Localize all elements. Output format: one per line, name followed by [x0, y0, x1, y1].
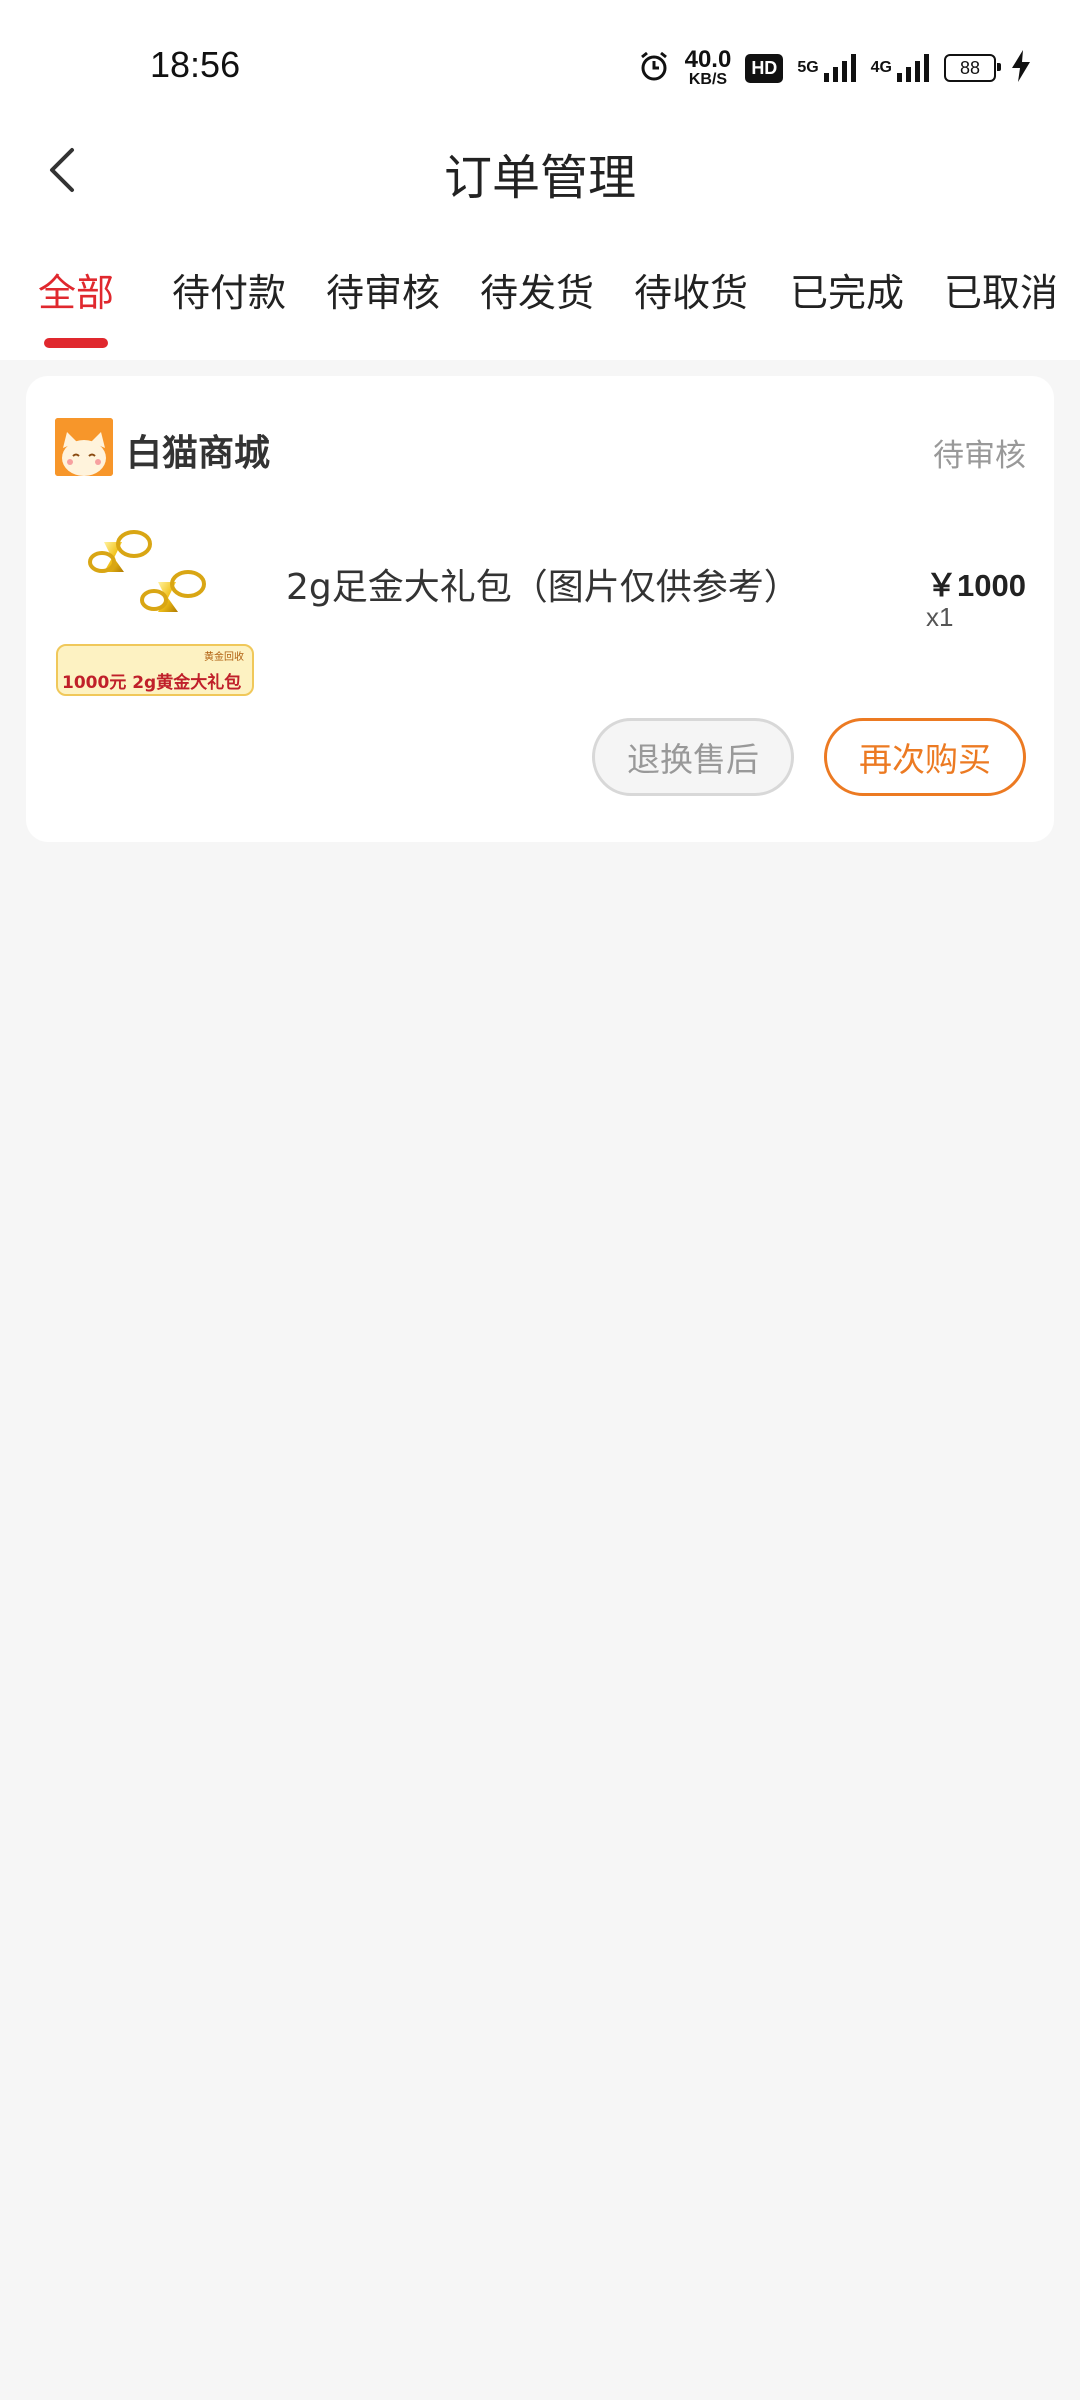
- product-thumbnail[interactable]: 黄金回收 1000元 2g黄金大礼包: [54, 500, 258, 700]
- product-price: ￥1000: [926, 568, 1026, 603]
- signal-5g-icon: 5G: [797, 53, 856, 83]
- page-title: 订单管理: [443, 150, 636, 206]
- after-sale-button[interactable]: 退换售后: [592, 718, 794, 796]
- tab-pending-payment[interactable]: 待付款: [172, 262, 286, 317]
- order-tabs: 全部 待付款 待审核 待发货 待收货 已完成 已取消: [0, 262, 1080, 322]
- tab-all[interactable]: 全部: [38, 262, 114, 317]
- thumbnail-banner: 黄金回收 1000元 2g黄金大礼包: [56, 644, 254, 696]
- order-status: 待审核: [933, 438, 1026, 474]
- top-bar: 18:56 40.0 KB/S HD 5G 4G 88 订单管理 全部 待付款 …: [0, 0, 1080, 360]
- network-speed: 40.0 KB/S: [684, 46, 732, 88]
- store-name[interactable]: 白猫商城: [126, 424, 270, 476]
- rebuy-button[interactable]: 再次购买: [824, 718, 1026, 796]
- active-tab-indicator: [44, 338, 108, 348]
- product-name[interactable]: 2g足金大礼包（图片仅供参考）: [286, 558, 800, 610]
- status-icons: 40.0 KB/S HD 5G 4G 88: [637, 46, 1032, 90]
- order-card[interactable]: 白猫商城 待审核 黄金回收 1000元 2g黄金大礼包 2g足金大礼包（图片仅供…: [26, 376, 1054, 842]
- store-logo: [55, 418, 113, 476]
- tab-pending-shipment[interactable]: 待发货: [480, 262, 594, 317]
- alarm-icon: [637, 49, 671, 87]
- charging-icon: [1010, 49, 1032, 87]
- battery-icon: 88: [944, 54, 1001, 82]
- tab-pending-review[interactable]: 待审核: [326, 262, 440, 317]
- gold-bead-image: [88, 530, 206, 612]
- status-time: 18:56: [150, 44, 241, 85]
- tab-completed[interactable]: 已完成: [790, 262, 904, 317]
- signal-4g-icon: 4G: [871, 53, 930, 83]
- product-quantity: x1: [926, 602, 954, 632]
- hd-icon: HD: [745, 53, 784, 83]
- tab-cancelled[interactable]: 已取消: [944, 262, 1058, 317]
- tab-pending-receipt[interactable]: 待收货: [634, 262, 748, 317]
